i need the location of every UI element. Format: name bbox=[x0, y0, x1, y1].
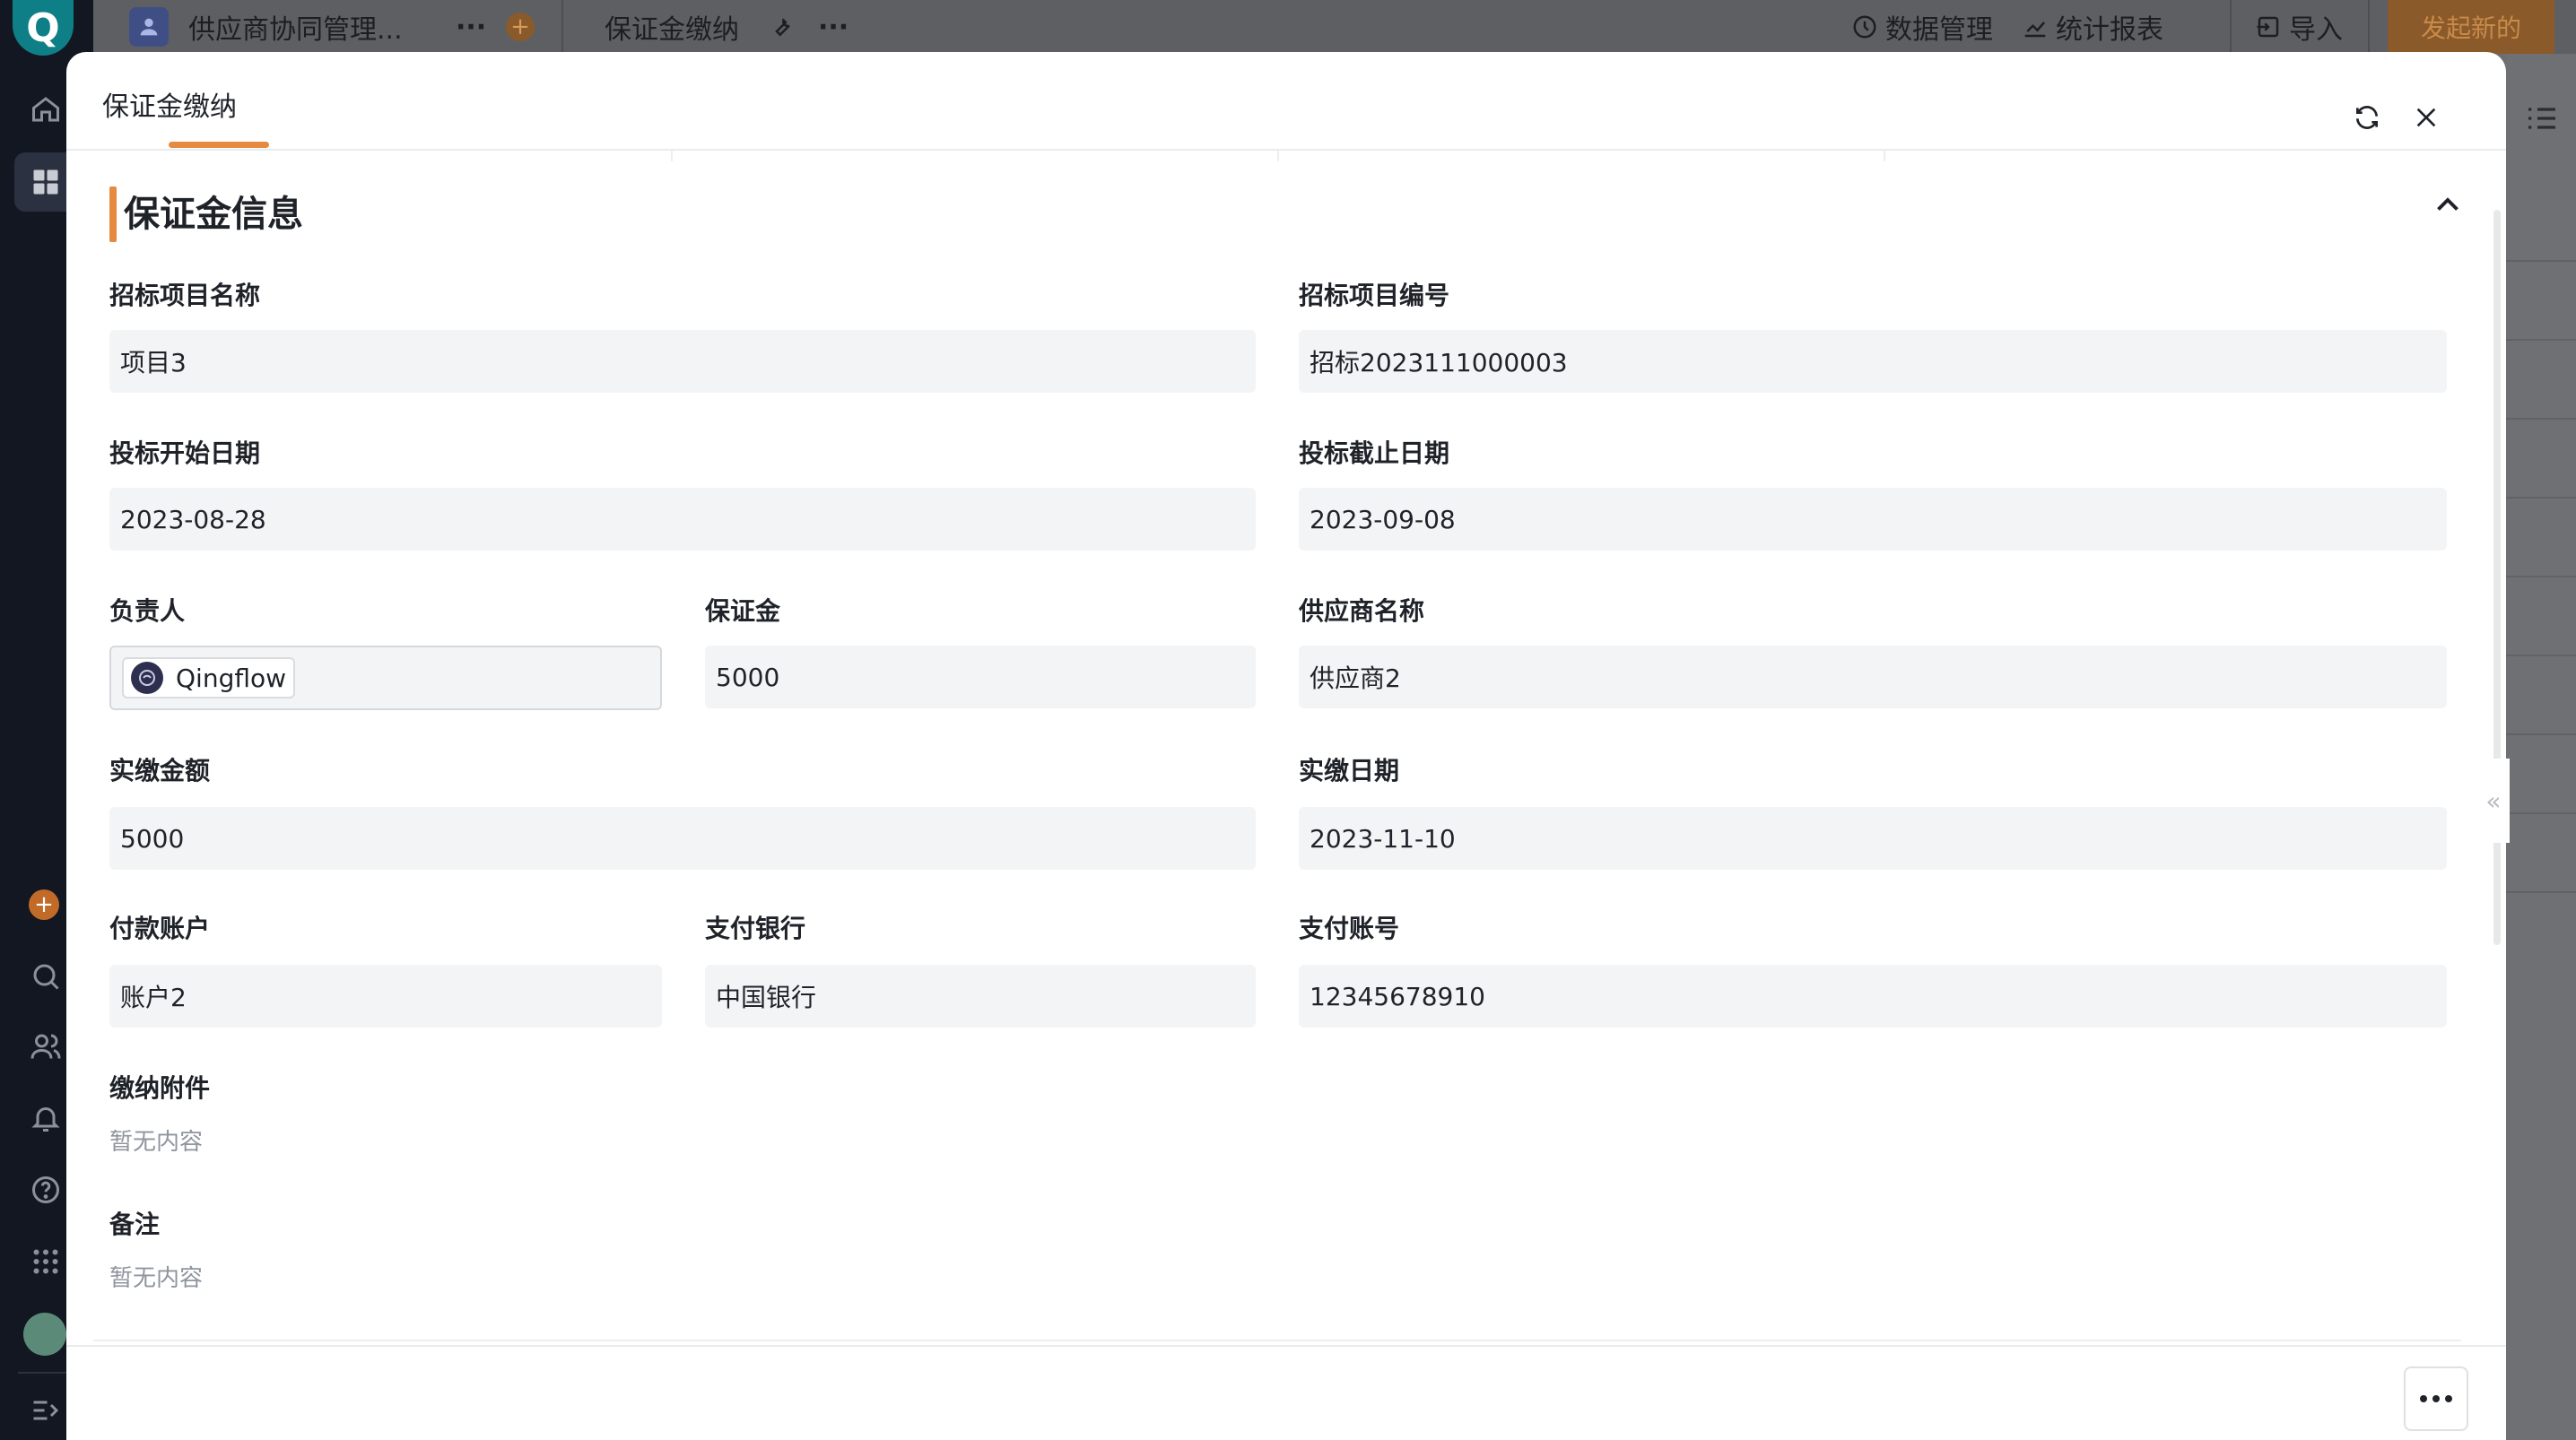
pay-bank-field[interactable]: 中国银行 bbox=[705, 965, 1256, 1028]
section-accent-bar bbox=[109, 187, 117, 242]
collapse-chevron-up-icon[interactable] bbox=[2425, 183, 2470, 228]
more-actions-button[interactable] bbox=[2404, 1366, 2468, 1431]
owner-field[interactable]: Qingflow bbox=[109, 646, 662, 710]
import-button[interactable]: 导入 bbox=[2255, 0, 2343, 54]
owner-name: Qingflow bbox=[176, 663, 287, 693]
paid-amount-label: 实缴金额 bbox=[109, 756, 211, 785]
section-title: 保证金信息 bbox=[124, 194, 303, 235]
project-name-label: 招标项目名称 bbox=[109, 281, 261, 310]
app-name[interactable]: 供应商协同管理... bbox=[188, 0, 403, 54]
remark-label: 备注 bbox=[109, 1210, 161, 1239]
new-record-button[interactable]: 发起新的 bbox=[2388, 0, 2554, 54]
topbar-separator bbox=[2368, 0, 2370, 54]
owner-avatar-icon bbox=[131, 662, 163, 694]
pay-account-no-label: 支付账号 bbox=[1299, 914, 1400, 943]
bell-icon[interactable] bbox=[29, 1101, 63, 1135]
import-label: 导入 bbox=[2289, 14, 2343, 46]
rail-divider bbox=[18, 1372, 74, 1374]
user-avatar[interactable] bbox=[23, 1313, 66, 1356]
search-icon[interactable] bbox=[29, 959, 63, 993]
modal-title: 保证金缴纳 bbox=[102, 91, 237, 123]
tab-divider bbox=[1884, 151, 1885, 161]
more-dots-icon bbox=[2420, 1395, 2452, 1402]
app-logo-icon[interactable]: Q bbox=[13, 0, 74, 56]
page-more-icon[interactable]: ··· bbox=[818, 0, 849, 54]
app-icon[interactable] bbox=[129, 0, 169, 54]
bid-end-label: 投标截止日期 bbox=[1299, 438, 1450, 468]
list-view-icon[interactable] bbox=[2524, 100, 2560, 140]
attachment-empty-text: 暂无内容 bbox=[109, 1129, 204, 1156]
wrench-icon[interactable] bbox=[768, 0, 795, 54]
tab-divider bbox=[1277, 151, 1279, 161]
home-icon[interactable] bbox=[29, 92, 63, 126]
app-add-icon[interactable]: + bbox=[506, 0, 535, 54]
deposit-label: 保证金 bbox=[705, 596, 781, 626]
pay-account-field[interactable]: 账户2 bbox=[109, 965, 662, 1028]
dots-grid-icon[interactable] bbox=[29, 1245, 63, 1279]
project-code-field[interactable]: 招标2023111000003 bbox=[1299, 330, 2447, 393]
stats-report-button[interactable]: 统计报表 bbox=[2022, 0, 2163, 54]
bid-start-label: 投标开始日期 bbox=[109, 438, 261, 468]
collapse-panel-chevron-icon[interactable]: « bbox=[2477, 759, 2510, 843]
content-bottom-divider bbox=[93, 1340, 2461, 1341]
data-manage-button[interactable]: 数据管理 bbox=[1851, 0, 1993, 54]
deposit-modal: 保证金缴纳 保证金信息 招标项目名称 项目3 招标项目编号 招标20231110… bbox=[66, 52, 2506, 1440]
deposit-field[interactable]: 5000 bbox=[705, 646, 1256, 708]
supplier-field[interactable]: 供应商2 bbox=[1299, 646, 2447, 708]
pay-bank-label: 支付银行 bbox=[705, 914, 806, 943]
close-icon[interactable] bbox=[2406, 97, 2447, 138]
paid-date-field[interactable]: 2023-11-10 bbox=[1299, 807, 2447, 870]
bid-end-field[interactable]: 2023-09-08 bbox=[1299, 488, 2447, 551]
modal-footer bbox=[66, 1345, 2506, 1440]
page-name[interactable]: 保证金缴纳 bbox=[605, 0, 739, 54]
paid-amount-field[interactable]: 5000 bbox=[109, 807, 1256, 870]
app-more-icon[interactable]: ··· bbox=[456, 0, 486, 54]
help-icon[interactable] bbox=[29, 1173, 63, 1207]
owner-user-chip[interactable]: Qingflow bbox=[122, 657, 296, 698]
supplier-label: 供应商名称 bbox=[1299, 596, 1425, 626]
data-manage-label: 数据管理 bbox=[1885, 14, 1993, 46]
pay-account-label: 付款账户 bbox=[109, 914, 211, 943]
stats-report-label: 统计报表 bbox=[2056, 14, 2163, 46]
paid-date-label: 实缴日期 bbox=[1299, 756, 1400, 785]
project-name-field[interactable]: 项目3 bbox=[109, 330, 1256, 393]
contacts-icon[interactable] bbox=[29, 1029, 63, 1063]
expand-menu-icon[interactable] bbox=[29, 1393, 63, 1427]
project-code-label: 招标项目编号 bbox=[1299, 281, 1450, 310]
topbar-separator bbox=[2230, 0, 2232, 54]
top-bar: 供应商协同管理... ··· + 保证金缴纳 ··· 数据管理 统计报表 导入 bbox=[93, 0, 2576, 54]
background-table-edge bbox=[2506, 54, 2576, 1440]
bid-start-field[interactable]: 2023-08-28 bbox=[109, 488, 1256, 551]
refresh-icon[interactable] bbox=[2346, 97, 2388, 138]
apps-grid-icon[interactable] bbox=[29, 165, 63, 199]
remark-empty-text: 暂无内容 bbox=[109, 1265, 204, 1292]
tab-divider bbox=[671, 151, 673, 161]
owner-label: 负责人 bbox=[109, 596, 186, 626]
add-icon[interactable]: + bbox=[29, 889, 59, 920]
modal-header: 保证金缴纳 bbox=[66, 52, 2506, 151]
topbar-separator bbox=[561, 0, 563, 54]
pay-account-no-field[interactable]: 12345678910 bbox=[1299, 965, 2447, 1028]
title-active-underline bbox=[169, 142, 269, 148]
attachment-label: 缴纳附件 bbox=[109, 1073, 211, 1103]
